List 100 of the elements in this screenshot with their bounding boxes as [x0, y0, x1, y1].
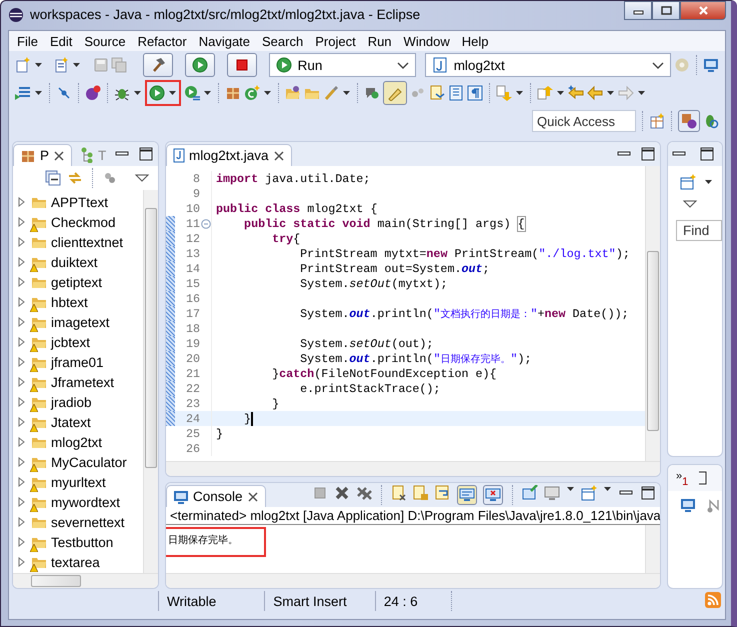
editor-tab[interactable]: mlog2txt.java [166, 144, 292, 166]
tree-item[interactable]: APPTtext [51, 194, 108, 210]
expand-arrow-icon[interactable] [17, 197, 27, 207]
last-edit-icon[interactable] [568, 85, 584, 101]
caret-icon[interactable] [203, 89, 212, 97]
expand-arrow-icon[interactable] [17, 557, 27, 567]
tree-item[interactable]: jradiob [51, 394, 92, 410]
stop-icon[interactable] [312, 485, 328, 501]
link-icon[interactable] [67, 170, 83, 186]
menu-item[interactable]: Search [256, 34, 310, 48]
new-task-icon[interactable] [680, 174, 696, 190]
tree-item[interactable]: Jtatext [51, 414, 91, 430]
console-icon[interactable] [680, 497, 696, 513]
debug-perspective-icon[interactable] [703, 113, 719, 129]
tree-item[interactable]: getiptext [51, 274, 102, 290]
tree-item[interactable]: jcbtext [51, 334, 90, 350]
expand-arrow-icon[interactable] [17, 297, 27, 307]
caret-icon[interactable] [133, 89, 142, 97]
tree-item[interactable]: imagetext [51, 314, 110, 330]
maximize-button[interactable] [652, 1, 680, 20]
close-icon[interactable] [53, 150, 66, 162]
caret-icon[interactable] [515, 89, 524, 97]
close-icon[interactable] [246, 490, 259, 502]
circles-icon[interactable] [102, 170, 118, 186]
maximize-icon[interactable] [699, 146, 715, 162]
open-folder-icon[interactable] [285, 85, 301, 101]
pin-console-icon[interactable] [522, 485, 538, 501]
java-perspective-button[interactable] [678, 110, 700, 132]
minimize-button[interactable] [624, 1, 652, 20]
package-icon[interactable] [225, 85, 241, 101]
tree-item[interactable]: jframe01 [51, 354, 104, 370]
horizontal-scrollbar[interactable] [13, 573, 158, 588]
display-console-icon[interactable] [544, 485, 560, 501]
vertical-scrollbar[interactable] [645, 166, 660, 461]
vertical-scrollbar[interactable] [143, 190, 158, 573]
document-icon[interactable] [429, 85, 445, 101]
tree-item[interactable]: MyCaculator [51, 454, 127, 470]
run-coverage-icon[interactable] [184, 85, 200, 101]
collapse-all-icon[interactable] [45, 170, 61, 186]
menu-item[interactable]: Run [362, 34, 398, 48]
menu-item[interactable]: Navigate [192, 34, 256, 48]
caret-icon[interactable] [72, 61, 81, 69]
expand-arrow-icon[interactable] [17, 377, 27, 387]
tree-item[interactable]: hbtext [51, 294, 88, 310]
maximize-icon[interactable] [640, 485, 656, 501]
expand-arrow-icon[interactable] [17, 497, 27, 507]
open-perspective-icon[interactable] [649, 113, 665, 129]
caret-icon[interactable] [168, 89, 177, 97]
scroll-lock-icon[interactable] [413, 485, 429, 501]
launch-config-dropdown[interactable]: mlog2txt [424, 53, 672, 77]
maximize-icon[interactable] [640, 146, 656, 162]
tree-item[interactable]: Jframetext [51, 374, 114, 390]
tree-item[interactable]: textarea [51, 554, 100, 570]
word-wrap-icon[interactable] [435, 485, 451, 501]
expand-arrow-icon[interactable] [17, 257, 27, 267]
show-error-toggle[interactable] [483, 485, 503, 505]
horizontal-scrollbar[interactable] [166, 573, 660, 588]
block-icon[interactable] [448, 85, 464, 101]
menu-item[interactable]: Project [309, 34, 362, 48]
caret-icon[interactable] [637, 89, 646, 97]
expand-arrow-icon[interactable] [17, 217, 27, 227]
menu-item[interactable]: Window [398, 34, 456, 48]
tree-item[interactable]: clienttextnet [51, 234, 124, 250]
tree-item[interactable]: myurltext [51, 474, 106, 490]
vertical-scrollbar[interactable] [645, 525, 660, 573]
expand-arrow-icon[interactable] [17, 417, 27, 427]
caret-icon[interactable] [566, 485, 575, 493]
expand-arrow-icon[interactable] [17, 337, 27, 347]
tree-item[interactable]: Checkmod [51, 214, 116, 230]
console-tab[interactable]: Console [166, 485, 266, 507]
monitor-icon[interactable] [703, 57, 719, 73]
list-icon[interactable] [15, 85, 31, 101]
clear-console-icon[interactable] [391, 485, 407, 501]
graph-icon[interactable] [706, 497, 722, 513]
search-pin-icon[interactable] [364, 85, 380, 101]
caret-icon[interactable] [704, 178, 713, 186]
expand-arrow-icon[interactable] [17, 437, 27, 447]
expand-arrow-icon[interactable] [17, 277, 27, 287]
pilcrow-icon[interactable] [467, 85, 483, 101]
launch-mode-dropdown[interactable]: Run [268, 53, 416, 77]
remove-all-icon[interactable] [356, 485, 372, 501]
menu-item[interactable]: File [11, 34, 44, 48]
caret-icon[interactable] [34, 89, 43, 97]
horizontal-scrollbar[interactable] [166, 461, 660, 476]
menu-item[interactable]: Edit [44, 34, 78, 48]
tree-item[interactable]: severnettext [51, 514, 125, 530]
tree-item[interactable]: duiktext [51, 254, 98, 270]
rss-icon[interactable] [705, 592, 721, 608]
remove-icon[interactable] [334, 485, 350, 501]
tree-item[interactable]: Testbutton [51, 534, 114, 550]
caret-icon[interactable] [556, 89, 565, 97]
expand-arrow-icon[interactable] [17, 537, 27, 547]
caret-icon[interactable] [606, 89, 615, 97]
caret-icon[interactable] [603, 485, 612, 493]
new-console-icon[interactable] [581, 485, 597, 501]
maximize-icon[interactable] [138, 146, 154, 162]
caret-icon[interactable] [263, 89, 272, 97]
expand-arrow-icon[interactable] [17, 317, 27, 327]
show-output-toggle[interactable] [457, 485, 477, 505]
expand-arrow-icon[interactable] [17, 457, 27, 467]
